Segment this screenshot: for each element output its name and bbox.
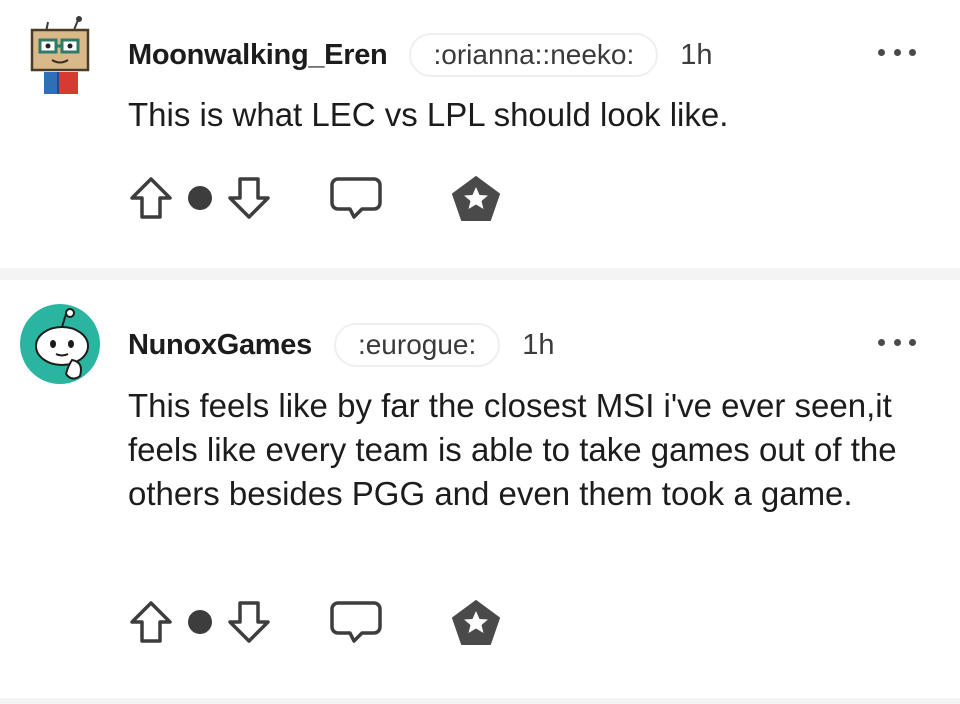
user-flair: :eurogue: (333, 323, 501, 367)
more-options-icon[interactable] (878, 337, 916, 347)
comment: NunoxGames :eurogue: 1h This feels like … (0, 280, 960, 698)
speech-bubble-icon[interactable] (328, 175, 384, 221)
comment-actions (128, 168, 502, 228)
speech-bubble-icon[interactable] (328, 599, 384, 645)
user-avatar[interactable] (18, 14, 102, 98)
timestamp: 1h (680, 38, 713, 71)
comment: Moonwalking_Eren :orianna::neeko: 1h Thi… (0, 0, 960, 268)
award-pentagon-icon[interactable] (450, 174, 502, 222)
user-flair: :orianna::neeko: (409, 33, 659, 77)
username[interactable]: Moonwalking_Eren (128, 39, 388, 72)
comment-body: This feels like by far the closest MSI i… (128, 387, 897, 512)
comment-feed: Moonwalking_Eren :orianna::neeko: 1h Thi… (0, 0, 960, 704)
comment-actions (128, 592, 502, 652)
timestamp: 1h (522, 328, 555, 361)
arrow-up-icon[interactable] (128, 599, 174, 645)
comment-body: This is what LEC vs LPL should look like… (128, 96, 729, 133)
award-pentagon-icon[interactable] (450, 598, 502, 646)
more-options-icon[interactable] (878, 47, 916, 57)
vote-score-dot (188, 610, 212, 634)
arrow-up-icon[interactable] (128, 175, 174, 221)
comment-divider (0, 698, 960, 704)
comment-header: Moonwalking_Eren :orianna::neeko: 1h (128, 32, 713, 78)
box-head-robot-avatar-icon (30, 16, 90, 94)
comment-divider (0, 268, 960, 280)
arrow-down-icon[interactable] (226, 175, 272, 221)
vote-score-dot (188, 186, 212, 210)
username[interactable]: NunoxGames (128, 329, 312, 362)
comment-header: NunoxGames :eurogue: 1h (128, 322, 555, 368)
reddit-snoo-avatar-icon (20, 304, 100, 384)
user-avatar[interactable] (18, 302, 102, 386)
arrow-down-icon[interactable] (226, 599, 272, 645)
